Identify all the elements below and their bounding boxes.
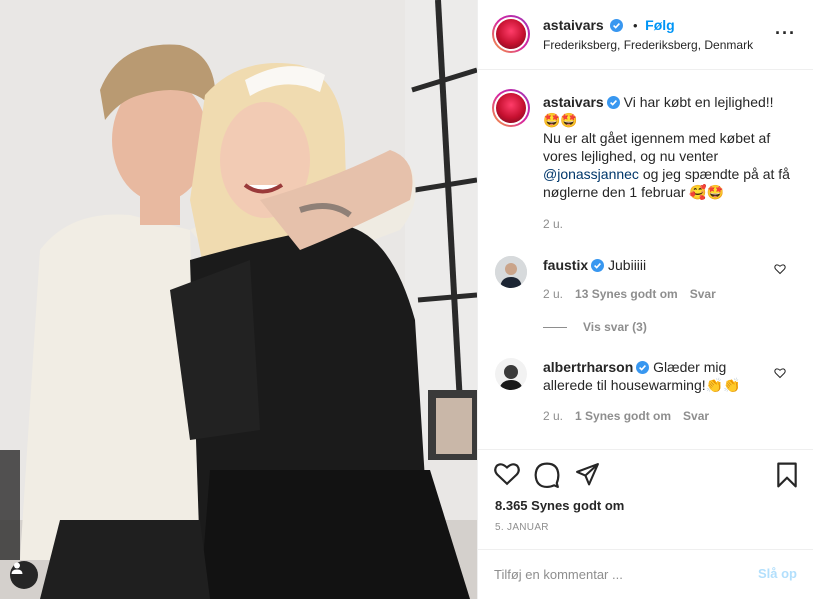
location-link[interactable]: Frederiksberg, Frederiksberg, Denmark — [543, 38, 753, 52]
post-actions: 8.365 Synes godt om 5. JANUAR — [478, 449, 813, 549]
comment-username[interactable]: albertrharson — [543, 359, 633, 375]
user-icon — [11, 562, 23, 574]
comment-meta: 2 u. 13 Synes godt om Svar — [543, 287, 716, 301]
like-comment-heart-icon[interactable] — [774, 367, 786, 379]
caption-line-2: Nu er alt gået igennem med købet af vore… — [543, 130, 771, 164]
post-photo[interactable] — [0, 0, 477, 599]
tagged-user-button[interactable] — [10, 561, 38, 589]
comment-avatar[interactable] — [495, 256, 527, 288]
author-username[interactable]: astaivars — [543, 17, 604, 33]
comment-likes[interactable]: 1 Synes godt om — [575, 409, 671, 423]
comment-input[interactable] — [494, 563, 744, 585]
comment-body: albertrharson Glæder mig allerede til ho… — [543, 358, 758, 394]
verified-badge-icon — [606, 96, 620, 109]
save-bookmark-icon[interactable] — [776, 462, 798, 488]
comment-emoji: 👏👏 — [705, 377, 741, 393]
post-header: astaivars • Følg Frederiksberg, Frederik… — [478, 0, 813, 70]
header-username-row: astaivars • Følg — [543, 17, 675, 33]
avatar-photo-icon — [495, 358, 527, 390]
verified-badge-icon — [636, 361, 650, 374]
comment-body: faustix Jubiiiii — [543, 256, 758, 274]
separator-dot: • — [632, 18, 638, 33]
verified-badge-icon — [591, 259, 605, 272]
add-comment-bar: Slå op — [478, 549, 813, 599]
like-comment-heart-icon[interactable] — [774, 263, 786, 275]
comment-username[interactable]: faustix — [543, 257, 588, 273]
view-replies-label: Vis svar (3) — [583, 320, 647, 334]
caption: astaivars Vi har købt en lejlighed!! 🤩🤩 … — [543, 93, 793, 201]
caption-emoji-1: 🤩🤩 — [543, 112, 578, 128]
comments-list[interactable]: astaivars Vi har købt en lejlighed!! 🤩🤩 … — [478, 71, 813, 449]
comment-avatar[interactable] — [495, 358, 527, 390]
caption-timestamp[interactable]: 2 u. — [543, 217, 563, 231]
follow-button[interactable]: Følg — [645, 17, 675, 33]
view-replies-button[interactable]: Vis svar (3) — [543, 320, 647, 334]
post-date[interactable]: 5. JANUAR — [495, 522, 549, 533]
caption-username[interactable]: astaivars — [543, 94, 604, 110]
comment-meta: 2 u. 1 Synes godt om Svar — [543, 409, 709, 423]
reply-button[interactable]: Svar — [683, 409, 709, 423]
like-heart-icon[interactable] — [494, 462, 520, 486]
verified-badge-icon — [610, 19, 624, 32]
comment-likes[interactable]: 13 Synes godt om — [575, 287, 678, 301]
share-paper-plane-icon[interactable] — [575, 462, 600, 487]
comment-time[interactable]: 2 u. — [543, 409, 563, 423]
author-avatar[interactable] — [492, 15, 530, 53]
comment-time[interactable]: 2 u. — [543, 287, 563, 301]
caption-avatar[interactable] — [492, 89, 530, 127]
couple-photo-illustration — [0, 0, 477, 599]
comment-text: Jubiiiii — [608, 257, 647, 273]
avatar-photo-icon — [495, 256, 527, 288]
post-details-panel: astaivars • Følg Frederiksberg, Frederik… — [477, 0, 813, 599]
caption-mention-link[interactable]: @jonassjannec — [543, 166, 639, 182]
post-comment-button[interactable]: Slå op — [758, 566, 797, 581]
caption-emoji-2: 🥰🤩 — [689, 184, 725, 200]
more-options-icon[interactable]: ··· — [775, 24, 796, 42]
likes-count[interactable]: 8.365 Synes godt om — [495, 498, 624, 513]
comment-bubble-icon[interactable] — [534, 462, 560, 488]
caption-line-1: Vi har købt en lejlighed!! — [623, 94, 774, 110]
reply-button[interactable]: Svar — [690, 287, 716, 301]
